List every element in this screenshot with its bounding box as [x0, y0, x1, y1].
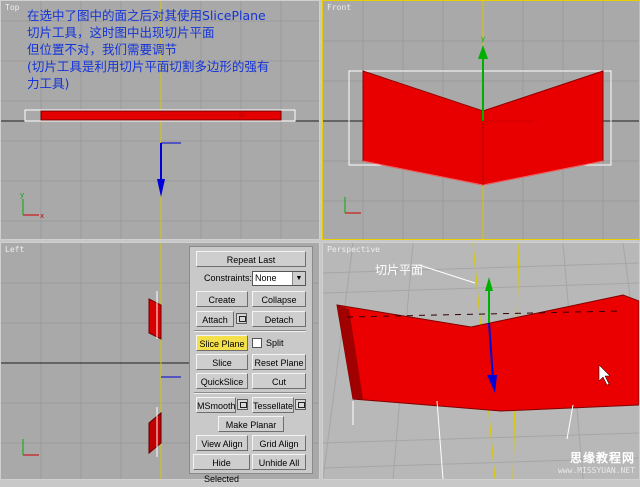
create-button[interactable]: Create [196, 291, 248, 307]
split-checkbox[interactable] [252, 338, 262, 348]
tessellate-button[interactable]: Tessellate [252, 397, 294, 413]
svg-text:y: y [481, 35, 485, 43]
viewport-label-left[interactable]: Left [5, 245, 24, 254]
cut-button[interactable]: Cut [252, 373, 306, 389]
grid-align-button[interactable]: Grid Align [252, 435, 306, 451]
edit-geometry-panel: Repeat Last Constraints: None ▼ Create C… [189, 246, 313, 484]
view-align-button[interactable]: View Align [196, 435, 248, 451]
front-view-scene: y [323, 1, 639, 239]
viewport-perspective[interactable]: Perspective 切片平面 思缘教程网 www.MISSYUAN.NET [322, 242, 640, 480]
repeat-last-button[interactable]: Repeat Last [196, 251, 306, 267]
watermark-cn: 思缘教程网 [569, 451, 635, 465]
panel-divider [194, 330, 306, 332]
slice-button[interactable]: Slice [196, 354, 248, 370]
constraints-select[interactable]: None ▼ [252, 271, 306, 286]
left-object-top [148, 298, 162, 340]
slice-plane-callout: 切片平面 [375, 263, 424, 277]
unhide-all-button[interactable]: Unhide All [252, 454, 306, 470]
slice-plane-pointer [418, 264, 476, 284]
axis-tripod-front [344, 197, 361, 214]
constraints-value: None [255, 273, 277, 283]
make-planar-button[interactable]: Make Planar [218, 416, 284, 432]
msmooth-settings-icon[interactable] [237, 399, 248, 410]
annotation-text: 在选中了图中的面之后对其使用SlicePlane 切片工具，这时图中出现切片平面… [27, 8, 270, 91]
dropdown-arrow-icon[interactable]: ▼ [292, 272, 305, 285]
left-object-bottom [148, 411, 162, 455]
hide-selected-button[interactable]: Hide Selected [193, 454, 250, 484]
attach-button[interactable]: Attach [196, 311, 234, 327]
viewport-top[interactable]: Top x y 在选中了图中的面之后对其使用SlicePlane 切片工具，这时… [0, 0, 320, 240]
viewport-label-front[interactable]: Front [327, 3, 351, 12]
panel-divider [194, 392, 306, 394]
slice-plane-button[interactable]: Slice Plane [196, 335, 248, 351]
perspective-view-scene [323, 243, 639, 479]
msmooth-button[interactable]: MSmooth [196, 397, 236, 413]
collapse-button[interactable]: Collapse [252, 291, 306, 307]
svg-text:x: x [40, 212, 44, 220]
viewport-front[interactable]: Front y [322, 0, 640, 240]
quickslice-button[interactable]: QuickSlice [196, 373, 248, 389]
detach-button[interactable]: Detach [252, 311, 306, 327]
viewport-label-perspective[interactable]: Perspective [327, 245, 380, 254]
tessellate-settings-icon[interactable] [295, 399, 306, 410]
reset-plane-button[interactable]: Reset Plane [252, 354, 306, 370]
viewport-label-top[interactable]: Top [5, 3, 19, 12]
watermark: 思缘教程网 www.MISSYUAN.NET [558, 449, 635, 475]
split-label: Split [266, 338, 284, 348]
axis-tripod-left [22, 439, 39, 456]
svg-text:y: y [20, 191, 24, 199]
watermark-url: www.MISSYUAN.NET [557, 466, 635, 475]
constraints-label: Constraints: [204, 273, 253, 283]
attach-list-icon[interactable] [236, 313, 247, 324]
